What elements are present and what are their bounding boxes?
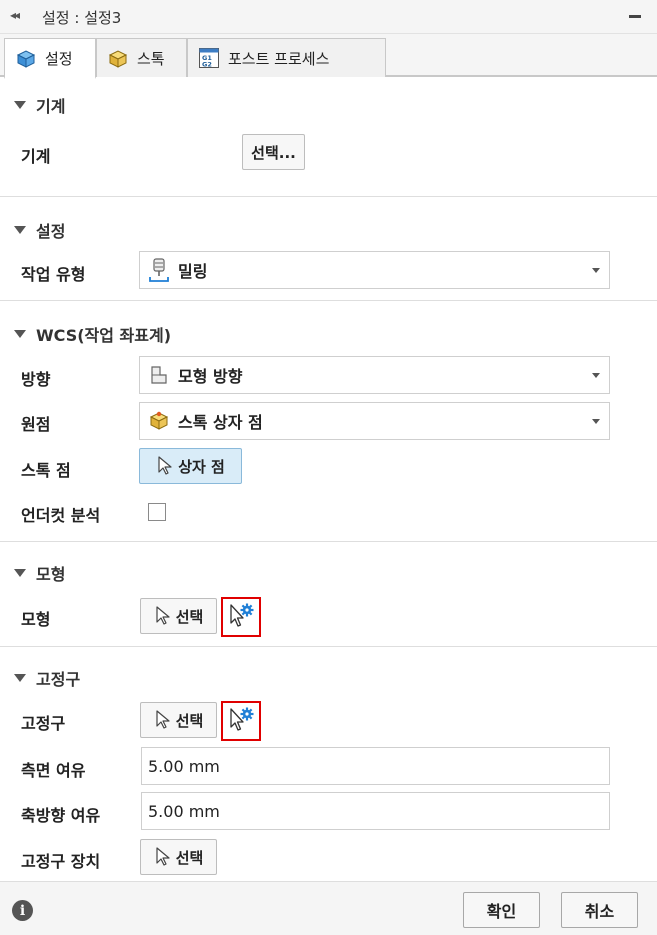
collapse-triangle-icon — [14, 226, 26, 234]
side-margin-input[interactable] — [141, 747, 610, 785]
side-margin-label: 측면 여유 — [21, 761, 86, 780]
divider — [0, 541, 657, 542]
collapse-triangle-icon — [14, 330, 26, 338]
origin-value: 스톡 상자 점 — [178, 413, 263, 432]
collapse-triangle-icon — [14, 101, 26, 109]
origin-dropdown[interactable]: 스톡 상자 점 — [139, 402, 610, 440]
section-setup-title: 설정 — [36, 222, 66, 241]
section-fixture-header[interactable]: 고정구 — [14, 666, 80, 690]
tab-setup-label: 설정 — [45, 49, 73, 68]
stock-box-point-icon — [149, 411, 169, 430]
fixture-label: 고정구 — [21, 714, 66, 733]
divider — [0, 300, 657, 301]
operation-type-label: 작업 유형 — [21, 265, 86, 284]
section-wcs-title: WCS(작업 좌표계) — [36, 326, 172, 345]
stock-point-button[interactable]: 상자 점 — [139, 448, 242, 484]
divider — [0, 646, 657, 647]
tab-stock[interactable]: 스톡 — [96, 38, 187, 77]
cursor-select-icon — [158, 456, 172, 475]
fixture-device-select-button[interactable]: 선택 — [140, 839, 217, 875]
orientation-dropdown[interactable]: 모형 방향 — [139, 356, 610, 394]
model-auto-select-button[interactable] — [221, 597, 261, 637]
cursor-gear-icon — [230, 707, 254, 731]
cursor-select-icon — [156, 710, 170, 729]
tab-bar: 설정 스톡 G1 G2 포스트 프로세스 — [0, 34, 657, 79]
collapse-triangle-icon — [14, 569, 26, 577]
fixture-auto-select-button[interactable] — [221, 701, 261, 741]
operation-type-dropdown[interactable]: 밀링 — [139, 251, 610, 289]
svg-text:G2: G2 — [202, 61, 212, 69]
chevron-down-icon — [592, 268, 600, 273]
section-model-header[interactable]: 모형 — [14, 561, 65, 585]
machine-label: 기계 — [21, 147, 51, 166]
axial-margin-label: 축방향 여유 — [21, 806, 101, 825]
dialog-footer: i 확인 취소 — [0, 881, 657, 935]
fixture-select-button-label: 선택 — [175, 711, 204, 730]
stock-point-button-label: 상자 점 — [178, 457, 225, 476]
collapse-panel-icon[interactable]: ◂◂ — [10, 8, 20, 22]
info-icon[interactable]: i — [12, 900, 33, 921]
ok-button[interactable]: 확인 — [463, 892, 540, 928]
fixture-device-label: 고정구 장치 — [21, 852, 101, 871]
section-wcs-header[interactable]: WCS(작업 좌표계) — [14, 322, 171, 346]
undercut-checkbox[interactable] — [148, 503, 166, 521]
tab-post-process-label: 포스트 프로세스 — [228, 49, 330, 68]
fixture-device-button-label: 선택 — [175, 848, 204, 867]
stock-point-label: 스톡 점 — [21, 461, 71, 480]
undercut-label: 언더컷 분석 — [21, 506, 101, 525]
tab-post-process[interactable]: G1 G2 포스트 프로세스 — [187, 38, 386, 77]
panel-title-bar: ◂◂ 설정 : 설정3 — [0, 0, 657, 34]
section-fixture-title: 고정구 — [36, 670, 81, 689]
cursor-gear-icon — [230, 603, 254, 627]
section-setup-header[interactable]: 설정 — [14, 218, 65, 242]
model-orientation-icon — [151, 366, 167, 384]
fixture-select-button[interactable]: 선택 — [140, 702, 217, 738]
panel-title: 설정 : 설정3 — [42, 9, 122, 27]
chevron-down-icon — [592, 419, 600, 424]
machine-select-button[interactable]: 선택... — [242, 134, 305, 170]
model-label: 모형 — [21, 610, 51, 629]
tab-setup[interactable]: 설정 — [4, 38, 96, 79]
setup-content: 기계 기계 선택... 설정 작업 유형 밀링 WCS(작업 좌표계) 방향 모… — [0, 77, 657, 881]
collapse-triangle-icon — [14, 674, 26, 682]
axial-margin-input[interactable] — [141, 792, 610, 830]
model-select-button-label: 선택 — [175, 607, 204, 626]
setup-cube-icon — [16, 50, 36, 68]
orientation-label: 방향 — [21, 370, 51, 389]
cursor-select-icon — [156, 606, 170, 625]
section-machine-title: 기계 — [36, 97, 66, 116]
minimize-icon[interactable] — [629, 15, 641, 18]
divider — [0, 196, 657, 197]
orientation-value: 모형 방향 — [178, 367, 243, 386]
cursor-select-icon — [156, 847, 170, 866]
post-process-g1g2-icon: G1 G2 — [199, 48, 219, 69]
milling-tool-icon — [149, 258, 169, 282]
operation-type-value: 밀링 — [178, 262, 208, 281]
chevron-down-icon — [592, 373, 600, 378]
stock-box-icon — [108, 50, 128, 68]
model-select-button[interactable]: 선택 — [140, 598, 217, 634]
origin-label: 원점 — [21, 415, 51, 434]
cancel-button[interactable]: 취소 — [561, 892, 638, 928]
section-machine-header[interactable]: 기계 — [14, 93, 65, 117]
section-model-title: 모형 — [36, 565, 66, 584]
tab-stock-label: 스톡 — [137, 49, 165, 68]
